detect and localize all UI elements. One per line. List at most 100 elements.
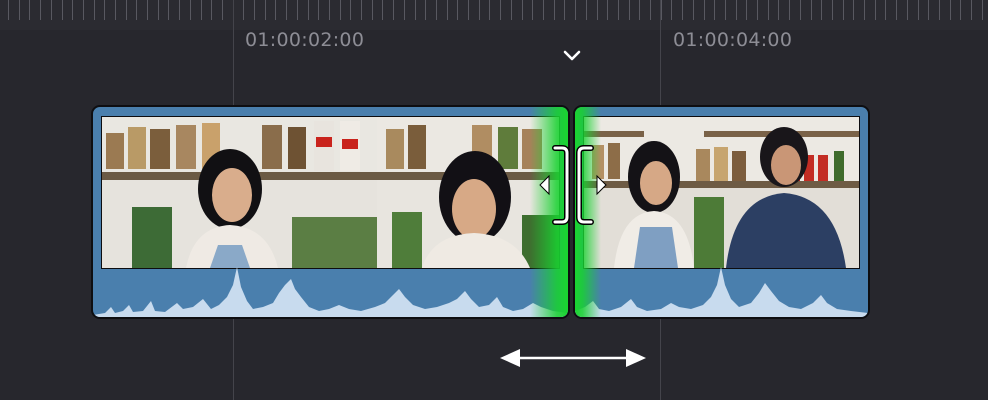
ruler-tick: [918, 0, 919, 20]
ruler-tick: [639, 0, 640, 20]
ruler-tick: [682, 0, 683, 20]
ruler-tick: [393, 0, 394, 20]
ruler-tick: [243, 0, 244, 20]
ruler-tick: [757, 0, 758, 20]
ruler-tick: [875, 0, 876, 20]
ruler-tick: [885, 0, 886, 20]
audio-waveform: [93, 267, 568, 317]
ruler-tick: [500, 0, 501, 20]
ruler-tick: [286, 0, 287, 20]
ruler-tick: [671, 0, 672, 20]
ruler-tick: [19, 0, 20, 20]
ruler-tick: [746, 0, 747, 20]
ruler-tick: [821, 0, 822, 20]
ruler-tick: [340, 0, 341, 20]
ruler-tick: [126, 0, 127, 20]
timecode-label: 01:00:02:00: [245, 29, 365, 51]
ruler-tick: [778, 0, 779, 20]
ruler-tick: [693, 0, 694, 20]
ruler-tick: [971, 0, 972, 20]
ruler-tick: [960, 0, 961, 20]
ruler-tick: [511, 0, 512, 20]
ruler-tick: [83, 0, 84, 20]
ruler-tick: [597, 0, 598, 20]
ruler-tick: [51, 0, 52, 20]
ruler-tick: [201, 0, 202, 20]
ruler-tick: [896, 0, 897, 20]
ruler-tick: [950, 0, 951, 20]
ruler-tick: [575, 0, 576, 20]
ruler-tick: [661, 0, 662, 20]
ruler-tick: [222, 0, 223, 20]
ruler-tick: [372, 0, 373, 20]
timeline-ruler[interactable]: [0, 0, 988, 30]
ruler-tick: [308, 0, 309, 20]
chevron-down-icon[interactable]: [560, 44, 584, 66]
ruler-tick: [629, 0, 630, 20]
clip-right[interactable]: [573, 105, 870, 319]
ruler-tick: [168, 0, 169, 20]
trim-bracket-right-icon[interactable]: [576, 145, 610, 225]
ruler-tick: [404, 0, 405, 20]
ruler-tick: [714, 0, 715, 20]
ruler-tick: [789, 0, 790, 20]
ruler-tick: [436, 0, 437, 20]
ruler-tick: [586, 0, 587, 20]
audio-waveform: [575, 267, 868, 317]
ruler-tick: [318, 0, 319, 20]
ruler-tick: [522, 0, 523, 20]
ruler-tick: [982, 0, 983, 20]
ruler-tick: [382, 0, 383, 20]
video-thumbnail-strip: [101, 116, 560, 269]
video-thumbnail-strip: [583, 116, 860, 269]
ruler-tick: [425, 0, 426, 20]
ruler-tick: [329, 0, 330, 20]
ruler-tick: [115, 0, 116, 20]
ruler-tick: [489, 0, 490, 20]
ruler-tick: [350, 0, 351, 20]
ruler-tick: [457, 0, 458, 20]
ruler-tick: [800, 0, 801, 20]
ruler-tick: [415, 0, 416, 20]
ruler-tick: [843, 0, 844, 20]
ruler-tick: [447, 0, 448, 20]
ruler-tick: [29, 0, 30, 20]
ruler-tick: [94, 0, 95, 20]
ruler-tick: [72, 0, 73, 20]
ruler-tick: [297, 0, 298, 20]
ruler-tick: [939, 0, 940, 20]
ruler-tick: [190, 0, 191, 20]
ruler-tick: [864, 0, 865, 20]
ruler-tick: [650, 0, 651, 20]
ruler-tick: [532, 0, 533, 20]
ruler-tick: [832, 0, 833, 20]
ruler-tick: [564, 0, 565, 20]
ruler-tick: [211, 0, 212, 20]
ruler-tick: [811, 0, 812, 20]
ruler-tick: [543, 0, 544, 20]
trim-bracket-left-icon[interactable]: [536, 145, 570, 225]
ruler-tick: [40, 0, 41, 20]
ruler-tick: [554, 0, 555, 20]
ruler-tick: [275, 0, 276, 20]
ruler-tick: [468, 0, 469, 20]
ruler-tick: [725, 0, 726, 20]
ruler-tick: [179, 0, 180, 20]
ruler-tick: [136, 0, 137, 20]
ruler-tick: [104, 0, 105, 20]
double-arrow-horizontal-icon: [500, 349, 646, 367]
ruler-tick: [768, 0, 769, 20]
ruler-tick: [158, 0, 159, 20]
ruler-tick: [736, 0, 737, 20]
ruler-tick: [607, 0, 608, 20]
clip-left[interactable]: [91, 105, 570, 319]
ruler-tick: [62, 0, 63, 20]
ruler-tick: [254, 0, 255, 20]
ruler-tick: [479, 0, 480, 20]
timecode-label: 01:00:04:00: [673, 29, 793, 51]
ruler-tick: [928, 0, 929, 20]
ruler-tick: [618, 0, 619, 20]
ruler-tick: [147, 0, 148, 20]
ruler-tick: [853, 0, 854, 20]
ruler-tick: [8, 0, 9, 20]
